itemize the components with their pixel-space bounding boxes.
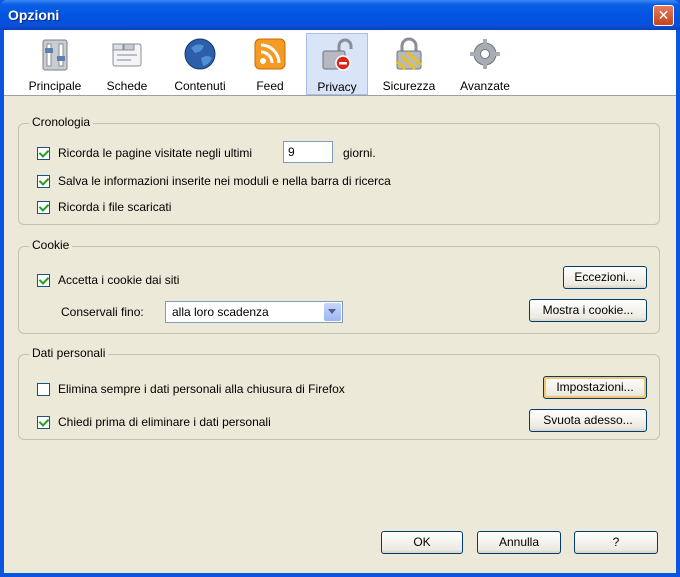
always-clear-checkbox[interactable]: [37, 382, 50, 396]
tab-label: Avanzate: [460, 79, 510, 93]
close-button[interactable]: ✕: [653, 5, 674, 26]
dialog-body: Principale Schede Contenuti Feed Privacy…: [4, 30, 676, 573]
tab-label: Schede: [106, 79, 148, 93]
ask-before-row[interactable]: Chiedi prima di eliminare i dati persona…: [37, 413, 271, 431]
cookies-group-title: Cookie: [29, 238, 73, 252]
tabs-icon: [112, 43, 142, 67]
accept-cookies-checkbox[interactable]: [37, 273, 50, 287]
always-clear-row[interactable]: Elimina sempre i dati personali alla chi…: [37, 380, 345, 398]
private-data-group: Dati personali Elimina sempre i dati per…: [18, 346, 660, 440]
private-data-group-title: Dati personali: [29, 346, 109, 360]
keep-until-value: alla loro scadenza: [172, 305, 269, 319]
tab-label: Privacy: [317, 80, 357, 94]
keep-until-label: Conservali fino:: [61, 305, 144, 319]
padlock-icon: [396, 37, 423, 71]
lock-open-icon: [322, 38, 353, 71]
accept-cookies-label: Accetta i cookie dai siti: [58, 273, 180, 287]
history-group-title: Cronologia: [29, 115, 94, 129]
remember-downloads-label: Ricorda i file scaricati: [58, 200, 172, 214]
tab-avanzate[interactable]: Avanzate: [452, 33, 518, 95]
clear-now-button[interactable]: Svuota adesso...: [529, 409, 647, 432]
tab-label: Principale: [28, 79, 82, 93]
tab-sicurezza[interactable]: Sicurezza: [376, 33, 442, 95]
options-window: Opzioni ✕ Principale Schede Contenuti Fe…: [0, 0, 680, 577]
window-title: Opzioni: [8, 7, 60, 23]
always-clear-label: Elimina sempre i dati personali alla chi…: [58, 382, 345, 396]
category-toolbar: Principale Schede Contenuti Feed Privacy…: [4, 30, 676, 96]
chevron-down-icon[interactable]: [324, 303, 341, 321]
tab-label: Contenuti: [174, 79, 226, 93]
history-group: Cronologia Ricorda le pagine visitate ne…: [18, 115, 660, 225]
tab-contenuti[interactable]: Contenuti: [166, 33, 234, 95]
accept-cookies-row[interactable]: Accetta i cookie dai siti: [37, 271, 179, 289]
rss-icon: [254, 38, 286, 70]
title-bar[interactable]: Opzioni ✕: [0, 0, 680, 30]
tab-privacy[interactable]: Privacy: [306, 33, 368, 95]
close-icon: ✕: [657, 7, 670, 23]
tab-principale[interactable]: Principale: [20, 33, 90, 95]
days-unit-label: giorni.: [343, 146, 376, 160]
globe-icon: [184, 38, 216, 70]
remember-visited-label: Ricorda le pagine visitate negli ultimi: [58, 146, 253, 160]
save-form-checkbox[interactable]: [37, 174, 50, 188]
settings-button[interactable]: Impostazioni...: [543, 376, 647, 399]
save-form-row[interactable]: Salva le informazioni inserite nei modul…: [37, 172, 391, 190]
tab-label: Sicurezza: [382, 79, 436, 93]
ok-button[interactable]: OK: [381, 531, 463, 554]
help-button[interactable]: ?: [574, 531, 658, 554]
tab-schede[interactable]: Schede: [96, 33, 158, 95]
gear-icon: [470, 39, 500, 69]
tab-feed[interactable]: Feed: [244, 33, 296, 95]
days-input[interactable]: 9: [283, 141, 333, 163]
keep-until-select[interactable]: alla loro scadenza: [165, 301, 343, 323]
remember-visited-row[interactable]: Ricorda le pagine visitate negli ultimi: [37, 144, 252, 162]
remember-visited-checkbox[interactable]: [37, 146, 50, 160]
switches-icon: [42, 39, 68, 71]
remember-downloads-row[interactable]: Ricorda i file scaricati: [37, 198, 171, 216]
save-form-label: Salva le informazioni inserite nei modul…: [58, 174, 391, 188]
exceptions-button[interactable]: Eccezioni...: [563, 266, 647, 289]
cookies-group: Cookie Accetta i cookie dai siti Eccezio…: [18, 238, 660, 334]
ask-before-checkbox[interactable]: [37, 415, 50, 429]
ask-before-label: Chiedi prima di eliminare i dati persona…: [58, 415, 271, 429]
cancel-button[interactable]: Annulla: [477, 531, 561, 554]
show-cookies-button[interactable]: Mostra i cookie...: [529, 299, 647, 322]
tab-label: Feed: [256, 79, 284, 93]
remember-downloads-checkbox[interactable]: [37, 200, 50, 214]
